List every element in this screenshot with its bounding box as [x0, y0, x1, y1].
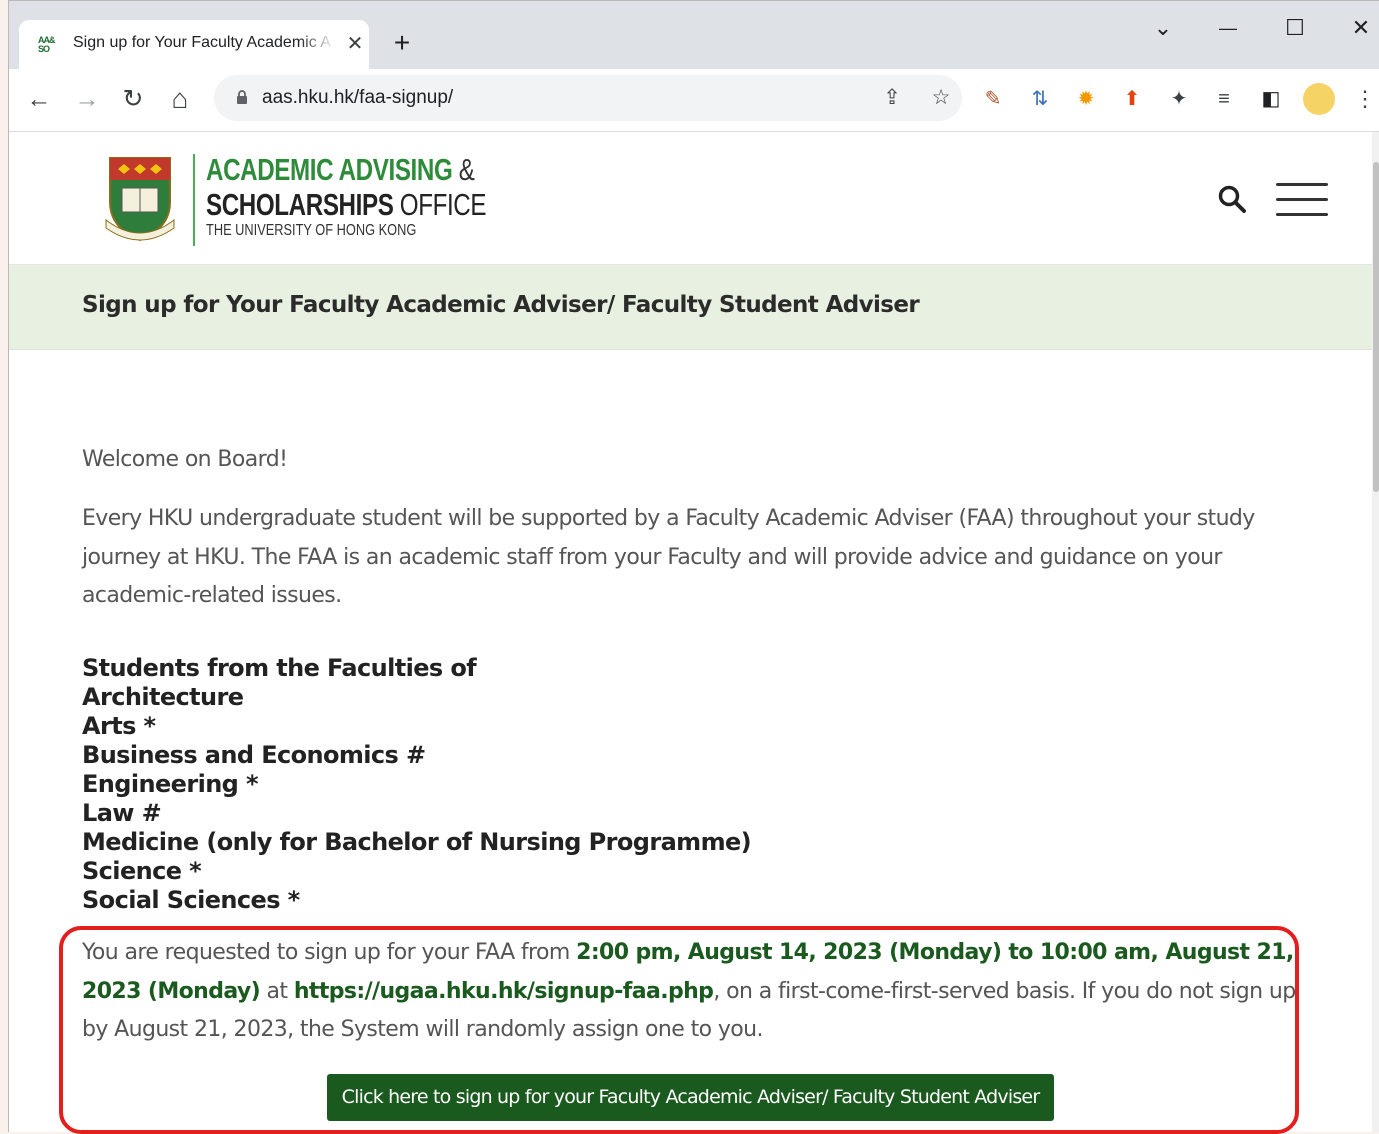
welcome-text: Welcome on Board!	[82, 447, 288, 472]
profile-avatar[interactable]	[1303, 83, 1335, 115]
logo-ampersand: &	[458, 152, 475, 187]
browser-tab[interactable]: AA& SO Sign up for Your Faculty Academic…	[19, 20, 369, 69]
logo-office: OFFICE	[399, 187, 487, 222]
logo-line-1: ACADEMIC ADVISING &	[206, 152, 486, 187]
tab-title: Sign up for Your Faculty Academic Advise…	[73, 34, 331, 51]
faculty-item: Law #	[82, 799, 162, 827]
faculty-item: Science *	[82, 857, 202, 885]
maximize-button[interactable]: ☐	[1275, 13, 1315, 43]
minimize-button[interactable]: —	[1208, 13, 1248, 43]
page-title: Sign up for Your Faculty Academic Advise…	[82, 292, 920, 318]
reading-list-icon[interactable]: ≡	[1210, 85, 1238, 113]
logo-divider	[193, 154, 195, 246]
translate-extension-icon[interactable]: ⇅	[1026, 85, 1054, 113]
faculty-item: Social Sciences *	[82, 886, 300, 914]
tab-close-icon[interactable]: ✕	[344, 34, 366, 56]
logo-scholarships: SCHOLARSHIPS	[206, 187, 394, 222]
tab-strip: AA& SO Sign up for Your Faculty Academic…	[9, 1, 1379, 69]
browser-toolbar: ← → ↻ ⌂ aas.hku.hk/faa-signup/ ⇪ ☆ ✎ ⇅ ✹…	[9, 69, 1379, 132]
close-window-button[interactable]: ✕	[1341, 13, 1379, 43]
back-button[interactable]: ←	[23, 83, 55, 115]
address-bar[interactable]: aas.hku.hk/faa-signup/ ⇪ ☆	[214, 75, 962, 121]
red-highlight-annotation	[59, 926, 1299, 1134]
logo-university-subtitle: THE UNIVERSITY OF HONG KONG	[206, 222, 417, 239]
extensions-puzzle-icon[interactable]: ✦	[1165, 85, 1193, 113]
hku-crest-logo[interactable]	[104, 154, 176, 244]
site-header: ACADEMIC ADVISING & SCHOLARSHIPS OFFICE …	[9, 132, 1372, 265]
faculty-item: Architecture	[82, 683, 244, 711]
lock-icon[interactable]	[236, 89, 248, 105]
upload-extension-icon[interactable]: ⬆	[1118, 85, 1146, 113]
page-title-band: Sign up for Your Faculty Academic Advise…	[9, 265, 1372, 350]
browser-menu-icon[interactable]: ⋮	[1354, 84, 1376, 114]
site-favicon-icon: AA& SO	[38, 35, 56, 54]
url-text[interactable]: aas.hku.hk/faa-signup/	[262, 87, 453, 109]
forward-button[interactable]: →	[71, 83, 103, 115]
new-tab-button[interactable]: +	[387, 29, 417, 59]
faculty-item: Arts *	[82, 712, 156, 740]
bookmark-star-icon[interactable]: ☆	[927, 85, 955, 111]
faculty-item: Medicine (only for Bachelor of Nursing P…	[82, 828, 752, 856]
search-icon[interactable]	[1217, 184, 1247, 214]
home-button[interactable]: ⌂	[164, 83, 196, 115]
faculty-item: Business and Economics #	[82, 741, 426, 769]
scrollbar-thumb[interactable]	[1373, 162, 1379, 492]
faculties-heading: Students from the Faculties of	[82, 654, 477, 682]
tab-search-button[interactable]: ⌄	[1143, 13, 1183, 43]
pen-extension-icon[interactable]: ✎	[979, 85, 1007, 113]
logo-academic-advising: ACADEMIC ADVISING	[206, 152, 453, 187]
side-panel-icon[interactable]: ◧	[1257, 85, 1285, 113]
share-icon[interactable]: ⇪	[878, 85, 906, 111]
hamburger-menu-icon[interactable]	[1276, 182, 1328, 216]
site-logo-text[interactable]: ACADEMIC ADVISING & SCHOLARSHIPS OFFICE …	[206, 152, 565, 240]
page-scrollbar[interactable]	[1372, 132, 1379, 1132]
logo-line-2: SCHOLARSHIPS OFFICE	[206, 187, 486, 222]
faculties-list: Students from the Faculties of Architect…	[82, 654, 752, 915]
reload-button[interactable]: ↻	[117, 83, 149, 115]
tab-title-fade	[299, 32, 335, 58]
faculty-item: Engineering *	[82, 770, 259, 798]
sun-extension-icon[interactable]: ✹	[1072, 85, 1100, 113]
intro-paragraph: Every HKU undergraduate student will be …	[82, 506, 1255, 608]
